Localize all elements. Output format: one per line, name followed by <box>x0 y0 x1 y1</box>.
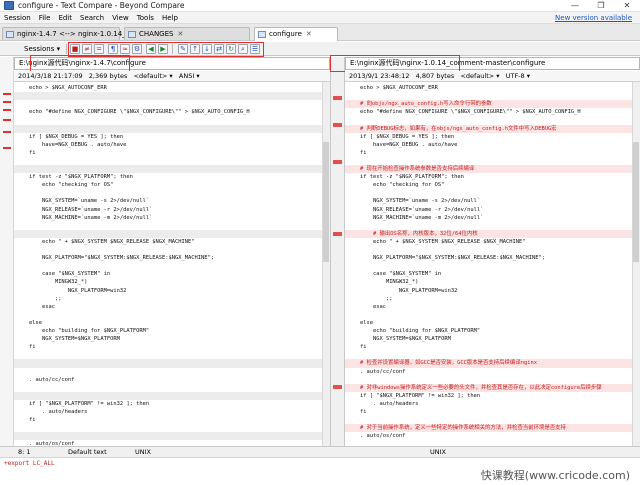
folder-compare-icon <box>6 31 14 38</box>
window-title: configure - Text Compare - Beyond Compar… <box>18 1 185 10</box>
diff-marker <box>3 101 11 103</box>
right-vertical-scrollbar[interactable] <box>632 82 640 446</box>
right-file-info: 2013/9/1 23:48:12 4,807 bytes <default> … <box>345 71 640 82</box>
right-format[interactable]: <default> <box>460 72 494 80</box>
diff-marker <box>333 232 342 236</box>
menu-tools[interactable]: Tools <box>133 12 158 24</box>
diff-marker <box>3 93 11 95</box>
sessions-label: Sessions <box>24 45 55 53</box>
maximize-icon[interactable]: ❐ <box>588 0 614 11</box>
line-detail-text: +export LC_ALL <box>4 460 55 467</box>
title-bar: configure - Text Compare - Beyond Compar… <box>0 0 640 12</box>
chevron-down-icon: ▾ <box>56 45 61 53</box>
close-icon[interactable]: ✕ <box>614 0 640 11</box>
left-scroll-thumb[interactable] <box>323 142 329 262</box>
text-compare-icon <box>258 31 266 38</box>
right-encoding[interactable]: UTF-8 <box>506 72 525 80</box>
menu-session[interactable]: Session <box>0 12 35 24</box>
right-size: 4,807 bytes <box>415 72 455 80</box>
left-line-ending: UNIX <box>135 448 151 456</box>
diff-marker <box>3 131 11 133</box>
right-scroll-thumb[interactable] <box>633 142 639 262</box>
right-code-line[interactable]: . auto/os/conf <box>345 432 632 442</box>
tab-bar: nginx-1.4.7 <--> nginx-1.0.14_co...✕ CHA… <box>0 24 640 41</box>
diff-marker <box>333 96 342 100</box>
tab-changes[interactable]: CHANGES ✕ <box>124 27 250 40</box>
right-date: 2013/9/1 23:48:12 <box>349 72 410 80</box>
left-text-pane[interactable]: echo > $NGX_AUTOCONF_ERR echo "#define N… <box>14 82 322 446</box>
diff-marker <box>333 160 342 164</box>
annotation-highlight-right-path <box>330 55 460 72</box>
cursor-position: 8: 1 <box>18 448 31 456</box>
tab-close-icon[interactable]: ✕ <box>306 30 312 38</box>
tab-label: nginx-1.4.7 <--> nginx-1.0.14_co... <box>17 30 141 38</box>
diff-marker <box>333 385 342 389</box>
menu-view[interactable]: View <box>108 12 133 24</box>
diff-marker <box>3 119 11 121</box>
diff-marker <box>333 123 342 127</box>
format-label: Default text <box>68 448 107 456</box>
right-line-ending: UNIX <box>430 448 446 456</box>
menu-edit[interactable]: Edit <box>54 12 76 24</box>
menu-help[interactable]: Help <box>158 12 182 24</box>
sessions-button[interactable]: Sessions ▾ <box>20 43 64 55</box>
left-size: 2,369 bytes <box>88 72 128 80</box>
left-format[interactable]: <default> <box>134 72 168 80</box>
new-version-link[interactable]: New version available <box>555 14 632 22</box>
tab-configure[interactable]: configure ✕ <box>254 27 338 41</box>
watermark: 快课教程(www.cricode.com) <box>480 469 630 482</box>
left-file-info: 2014/3/18 21:17:09 2,369 bytes <default>… <box>14 71 330 82</box>
diff-marker <box>3 109 11 111</box>
tab-folder-compare[interactable]: nginx-1.4.7 <--> nginx-1.0.14_co...✕ <box>2 27 150 40</box>
right-text-pane[interactable]: echo > $NGX_AUTOCONF_ERR # 向objs/ngx_aut… <box>345 82 632 446</box>
toolbar-separator <box>66 44 67 54</box>
diff-marker <box>3 147 11 149</box>
menu-bar: Session File Edit Search View Tools Help New v… <box>0 12 640 24</box>
left-encoding[interactable]: ANSI <box>179 72 194 80</box>
annotation-highlight-left-path <box>30 55 130 72</box>
menu-search[interactable]: Search <box>76 12 108 24</box>
menu-file[interactable]: File <box>35 12 55 24</box>
status-bar: 8: 1 Default text UNIX UNIX <box>0 446 640 457</box>
tab-close-icon[interactable]: ✕ <box>177 30 183 38</box>
overview-gutter[interactable] <box>0 57 14 446</box>
minimize-icon[interactable]: — <box>562 0 588 11</box>
tab-label: configure <box>269 30 302 38</box>
tab-label: CHANGES <box>139 30 174 38</box>
left-date: 2014/3/18 21:17:09 <box>18 72 83 80</box>
left-vertical-scrollbar[interactable] <box>322 82 330 446</box>
app-icon <box>4 1 14 10</box>
center-diff-bar[interactable] <box>330 57 345 446</box>
text-compare-icon <box>128 31 136 38</box>
